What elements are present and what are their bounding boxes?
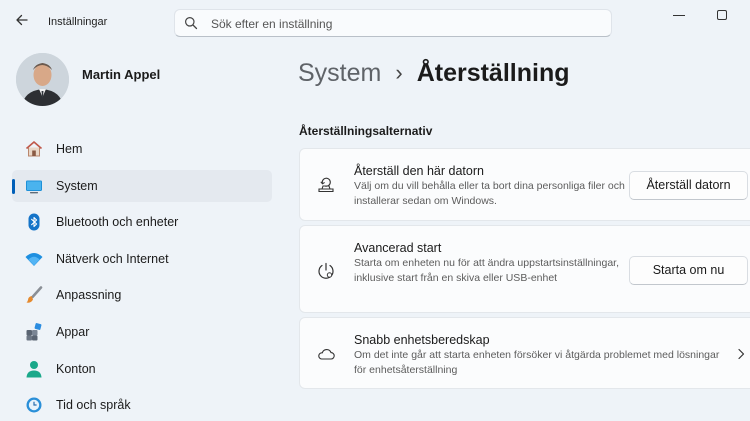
minimize-button[interactable] <box>673 15 685 16</box>
card-description: Om det inte går att starta enheten försö… <box>354 349 720 376</box>
card-description: Välj om du vill behålla eller ta bort di… <box>354 180 625 207</box>
user-photo <box>16 53 69 106</box>
sidebar-item-system[interactable]: System <box>12 169 272 202</box>
sidebar-item-label: System <box>56 178 98 193</box>
brush-icon <box>26 286 43 304</box>
card-title: Återställ den här datorn <box>354 164 484 178</box>
home-icon <box>25 141 43 157</box>
clock-globe-icon <box>26 397 42 413</box>
search-box[interactable]: Sök efter en inställning <box>174 9 612 37</box>
advanced-startup-card: Avancerad start Starta om enheten nu för… <box>299 225 750 313</box>
avatar[interactable] <box>16 53 69 106</box>
reset-pc-button[interactable]: Återställ datorn <box>629 171 748 200</box>
section-title: Återställningsalternativ <box>299 124 433 138</box>
card-title: Snabb enhetsberedskap <box>354 333 490 347</box>
sidebar-nav: Hem System Bluetooth och enheter Nätverk… <box>12 133 272 421</box>
sidebar-item-home[interactable]: Hem <box>12 133 272 165</box>
sidebar-item-label: Nätverk och Internet <box>56 251 169 266</box>
account-icon <box>26 360 42 378</box>
quick-machine-recovery-card[interactable]: Snabb enhetsberedskap Om det inte går at… <box>299 317 750 389</box>
bluetooth-icon <box>28 213 40 231</box>
sidebar-item-time-language[interactable]: Tid och språk <box>12 389 272 421</box>
app-title: Inställningar <box>48 16 108 28</box>
reset-pc-icon <box>318 177 334 193</box>
sidebar-item-label: Bluetooth och enheter <box>56 215 179 230</box>
sidebar-item-label: Appar <box>56 324 90 339</box>
user-name: Martin Appel <box>82 67 161 82</box>
page-title: Återställning <box>416 58 570 87</box>
reset-pc-card: Återställ den här datorn Välj om du vill… <box>299 148 750 221</box>
system-icon <box>26 180 42 193</box>
maximize-button[interactable] <box>717 10 727 20</box>
search-input[interactable]: Sök efter en inställning <box>211 17 332 31</box>
sidebar-item-label: Hem <box>56 142 83 156</box>
active-indicator <box>12 178 15 194</box>
arrow-left-icon <box>16 14 28 26</box>
apps-icon <box>26 323 42 341</box>
sidebar-item-bluetooth[interactable]: Bluetooth och enheter <box>12 206 272 238</box>
chevron-right-icon <box>738 348 745 360</box>
sidebar-item-label: Tid och språk <box>56 398 131 413</box>
sidebar-item-label: Konton <box>56 361 96 376</box>
breadcrumb-parent[interactable]: System <box>298 59 381 88</box>
advanced-startup-icon <box>318 262 334 279</box>
search-icon <box>185 17 198 30</box>
sidebar-item-network[interactable]: Nätverk och Internet <box>12 243 272 275</box>
card-title: Avancerad start <box>354 241 442 255</box>
sidebar-item-accounts[interactable]: Konton <box>12 353 272 385</box>
breadcrumb: System › Återställning <box>298 55 569 91</box>
wifi-icon <box>25 252 43 266</box>
restart-now-button[interactable]: Starta om nu <box>629 256 748 285</box>
breadcrumb-separator: › <box>395 60 403 85</box>
sidebar-item-personalization[interactable]: Anpassning <box>12 279 272 311</box>
back-button[interactable] <box>12 10 32 30</box>
title-bar: Inställningar Sök efter en inställning <box>0 0 750 40</box>
cloud-icon <box>318 349 335 360</box>
sidebar-item-apps[interactable]: Appar <box>12 316 272 348</box>
sidebar-item-label: Anpassning <box>56 288 122 303</box>
card-description: Starta om enheten nu för att ändra uppst… <box>354 257 619 284</box>
